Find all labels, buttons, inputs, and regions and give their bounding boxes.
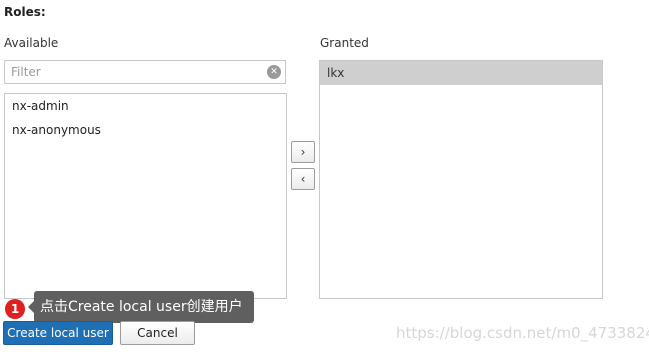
cancel-button[interactable]: Cancel xyxy=(120,321,195,345)
granted-role-item[interactable]: lkx xyxy=(320,61,602,85)
roles-label: Roles: xyxy=(4,5,46,19)
filter-field: ✕ xyxy=(4,60,286,84)
watermark-text: https://blog.csdn.net/m0_47338241 xyxy=(396,324,649,342)
available-role-item[interactable]: nx-anonymous xyxy=(5,118,286,142)
granted-label: Granted xyxy=(320,36,369,50)
remove-role-button[interactable]: ‹ xyxy=(291,168,315,190)
create-local-user-button[interactable]: Create local user xyxy=(3,321,113,345)
clear-filter-icon[interactable]: ✕ xyxy=(267,65,281,79)
step-badge: 1 xyxy=(5,299,25,319)
available-role-item[interactable]: nx-admin xyxy=(5,94,286,118)
available-label: Available xyxy=(4,36,59,50)
available-roles-list: nx-admin nx-anonymous xyxy=(4,93,287,299)
granted-roles-list: lkx xyxy=(319,60,603,299)
tooltip-bubble: 点击Create local user创建用户 xyxy=(28,291,254,323)
add-role-button[interactable]: › xyxy=(291,141,315,163)
filter-input[interactable] xyxy=(5,61,267,83)
